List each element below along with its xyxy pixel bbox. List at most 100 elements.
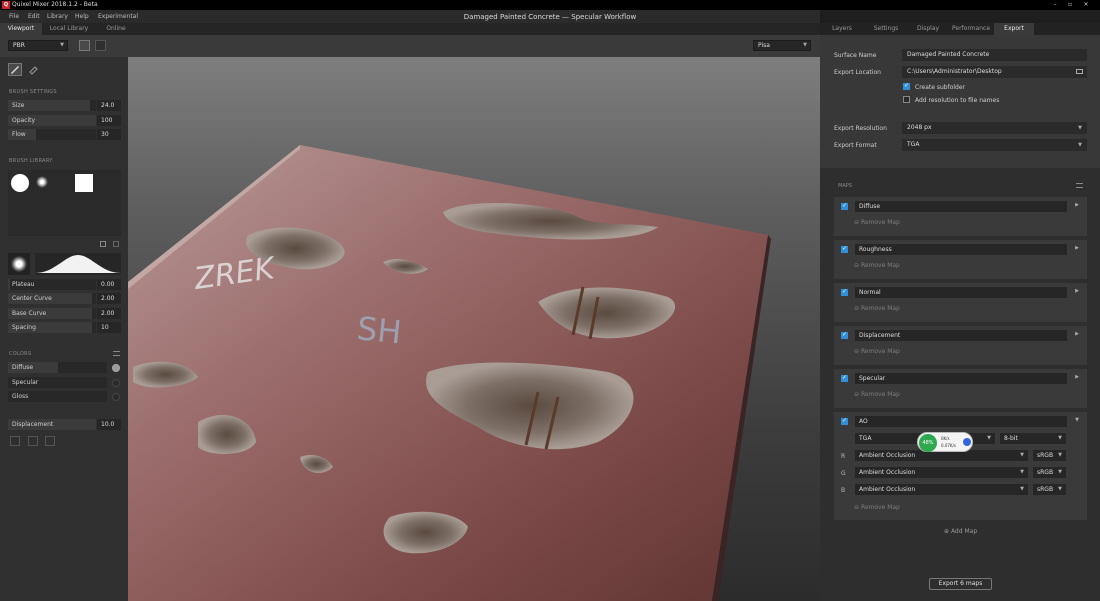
remove-map-diffuse[interactable]: ⊖ Remove Map	[854, 219, 900, 226]
remove-map-roughness[interactable]: ⊖ Remove Map	[854, 262, 900, 269]
displacement-slider[interactable]: Displacement	[8, 419, 96, 430]
center-curve-slider[interactable]: Center Curve	[8, 293, 96, 304]
tab-local-library[interactable]: Local Library	[44, 23, 94, 35]
ao-bitdepth-dropdown[interactable]: 8-bit ▼	[1000, 433, 1066, 444]
export-resolution-dropdown[interactable]: 2048 px ▼	[902, 122, 1087, 134]
base-curve-slider[interactable]: Base Curve	[8, 308, 96, 319]
specular-toggle[interactable]	[112, 379, 120, 387]
tab-online[interactable]: Online	[96, 23, 136, 35]
spacing-slider[interactable]: Spacing	[8, 322, 96, 333]
duplicate-brush-icon[interactable]	[100, 241, 106, 247]
channel-b-colorspace[interactable]: sRGB ▼	[1033, 484, 1066, 495]
chevron-right-icon[interactable]: ▶	[1075, 374, 1079, 380]
flow-field[interactable]: 30	[97, 129, 121, 140]
map-card-roughness: Roughness ▶ ⊖ Remove Map	[834, 240, 1087, 279]
grid-view-icon[interactable]	[95, 40, 106, 51]
chevron-right-icon[interactable]: ▶	[1075, 202, 1079, 208]
3d-viewport[interactable]: ZREK SH	[128, 57, 820, 601]
export-location-input[interactable]: C:\Users\Administrator\Desktop	[902, 66, 1087, 78]
flow-slider[interactable]: Flow	[8, 129, 96, 140]
brush-preset-hard[interactable]	[11, 174, 29, 192]
brush-panel: BRUSH SETTINGS Size 24.0 Opacity 100 Flo…	[0, 57, 128, 601]
map-roughness-checkbox[interactable]	[841, 245, 848, 253]
mask-icon[interactable]	[45, 436, 55, 446]
chevron-right-icon[interactable]: ▶	[1075, 288, 1079, 294]
add-map-button[interactable]: ⊕ Add Map	[944, 528, 977, 535]
brush-preset-soft[interactable]	[36, 176, 48, 188]
export-maps-button[interactable]: Export 6 maps	[929, 578, 992, 590]
diffuse-color[interactable]: Diffuse	[8, 362, 107, 373]
gloss-toggle[interactable]	[112, 393, 120, 401]
delete-brush-icon[interactable]	[113, 241, 119, 247]
map-displacement-checkbox[interactable]	[841, 331, 848, 339]
add-resolution-checkbox[interactable]	[903, 96, 910, 103]
eraser-icon[interactable]	[26, 63, 40, 76]
right-tab-bar: Layers Settings Display Performance Expo…	[820, 23, 1100, 35]
falloff-curve[interactable]	[35, 253, 121, 275]
colors-heading: COLORS	[9, 351, 32, 357]
plateau-slider[interactable]: Plateau	[8, 279, 96, 290]
displacement-field[interactable]: 10.0	[97, 419, 121, 430]
opacity-slider[interactable]: Opacity	[8, 115, 96, 126]
network-percent: 48%	[919, 434, 937, 452]
channel-g-colorspace[interactable]: sRGB ▼	[1033, 467, 1066, 478]
map-displacement-name[interactable]: Displacement	[855, 330, 1067, 341]
remove-map-specular[interactable]: ⊖ Remove Map	[854, 391, 900, 398]
render-mode-dropdown[interactable]: PBR ▼	[8, 40, 68, 51]
network-monitor-widget[interactable]: 48% 0K/s 0.07K/s	[917, 432, 973, 452]
brush-preset-square[interactable]	[75, 174, 93, 192]
surface-name-input[interactable]: Damaged Painted Concrete	[902, 49, 1087, 61]
channel-r-colorspace[interactable]: sRGB ▼	[1033, 450, 1066, 461]
map-normal-checkbox[interactable]	[841, 288, 848, 296]
map-card-diffuse: Diffuse ▶ ⊖ Remove Map	[834, 197, 1087, 236]
map-ao-checkbox[interactable]	[841, 417, 848, 425]
spacing-field[interactable]: 10	[97, 322, 121, 333]
close-icon[interactable]: ✕	[1080, 1, 1092, 8]
tab-display[interactable]: Display	[908, 23, 948, 35]
opacity-field[interactable]: 100	[97, 115, 121, 126]
center-curve-field[interactable]: 2.00	[97, 293, 121, 304]
size-slider[interactable]: Size	[8, 100, 96, 111]
map-roughness-name[interactable]: Roughness	[855, 244, 1067, 255]
map-diffuse-name[interactable]: Diffuse	[855, 201, 1067, 212]
brush-library-grid	[8, 170, 121, 236]
map-ao-name[interactable]: AO	[855, 416, 1067, 427]
tab-layers[interactable]: Layers	[820, 23, 864, 35]
map-specular-name[interactable]: Specular	[855, 373, 1067, 384]
material-icon[interactable]	[28, 436, 38, 446]
diffuse-toggle[interactable]	[112, 364, 120, 372]
channel-b-source[interactable]: Ambient Occlusion ▼	[855, 484, 1028, 495]
size-field[interactable]: 24.0	[97, 100, 121, 111]
maps-menu-icon[interactable]	[1076, 183, 1083, 188]
tab-export[interactable]: Export	[994, 23, 1034, 35]
map-normal-name[interactable]: Normal	[855, 287, 1067, 298]
tab-performance[interactable]: Performance	[950, 23, 992, 35]
map-diffuse-checkbox[interactable]	[841, 202, 848, 210]
maximize-icon[interactable]: ▫	[1064, 1, 1076, 8]
minimize-icon[interactable]: –	[1049, 1, 1061, 8]
image-view-icon[interactable]	[79, 40, 90, 51]
colors-menu-icon[interactable]	[113, 351, 120, 356]
image-icon[interactable]	[10, 436, 20, 446]
brush-icon[interactable]	[8, 63, 22, 76]
create-subfolder-checkbox[interactable]	[903, 82, 910, 90]
environment-dropdown[interactable]: Pisa ▼	[753, 40, 811, 51]
remove-map-displacement[interactable]: ⊖ Remove Map	[854, 348, 900, 355]
chevron-down-icon[interactable]: ▼	[1075, 417, 1079, 423]
export-format-dropdown[interactable]: TGA ▼	[902, 139, 1087, 151]
chevron-right-icon[interactable]: ▶	[1075, 245, 1079, 251]
folder-icon[interactable]	[1076, 69, 1083, 74]
tab-viewport[interactable]: Viewport	[0, 23, 42, 35]
plateau-label: Plateau	[12, 281, 35, 288]
channel-g-source[interactable]: Ambient Occlusion ▼	[855, 467, 1028, 478]
remove-map-ao[interactable]: ⊖ Remove Map	[854, 504, 900, 511]
map-specular-checkbox[interactable]	[841, 374, 848, 382]
app-title: Quixel Mixer 2018.1.2 - Beta	[12, 1, 98, 8]
plateau-field[interactable]: 0.00	[97, 279, 121, 290]
chevron-right-icon[interactable]: ▶	[1075, 331, 1079, 337]
specular-color[interactable]: Specular	[8, 377, 107, 388]
gloss-color[interactable]: Gloss	[8, 391, 107, 402]
base-curve-field[interactable]: 2.00	[97, 308, 121, 319]
remove-map-normal[interactable]: ⊖ Remove Map	[854, 305, 900, 312]
tab-settings[interactable]: Settings	[866, 23, 906, 35]
